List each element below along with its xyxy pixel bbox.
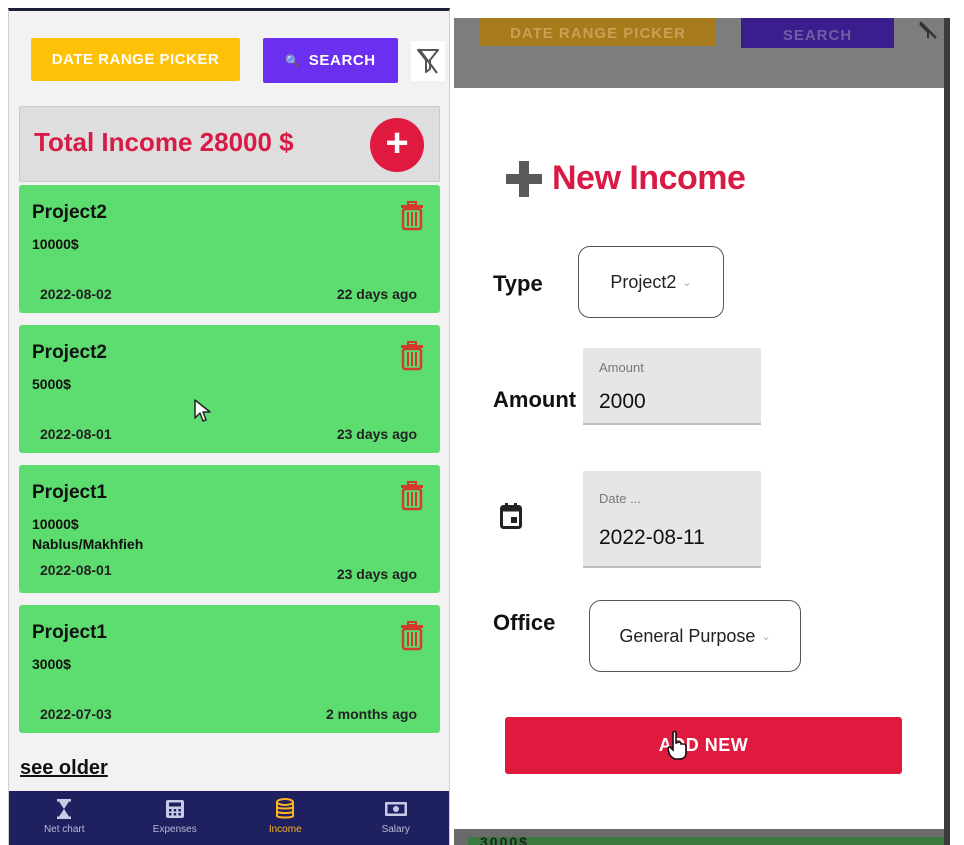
income-card[interactable]: Project1 10000$ Nablus/Makhfieh 2022-08-…: [19, 465, 440, 593]
card-project-name: Project1: [32, 622, 107, 643]
trash-icon[interactable]: [399, 201, 425, 231]
database-icon: [273, 798, 297, 820]
search-icon: 🔍: [285, 53, 301, 68]
plus-icon: [506, 160, 542, 197]
card-amount: 3000$: [32, 656, 71, 672]
office-select[interactable]: General Purpose ⌄: [589, 600, 801, 672]
mouse-cursor-icon: [194, 399, 211, 422]
card-relative-time: 22 days ago: [336, 286, 417, 302]
dimmed-background-bottom: 3000$: [454, 829, 944, 845]
money-icon: [384, 798, 408, 820]
income-card[interactable]: Project1 3000$ 2022-07-03 2 months ago: [19, 605, 440, 733]
background-card-amount: 3000$: [480, 834, 529, 845]
hourglass-icon: [52, 798, 76, 820]
background-date-range-button: DATE RANGE PICKER: [480, 18, 716, 46]
type-select-value: Project2: [610, 271, 677, 292]
card-date: 2022-08-01: [40, 426, 112, 442]
nav-item-expenses[interactable]: Expenses: [120, 791, 231, 845]
background-card-strip: [468, 837, 944, 845]
nav-item-salary[interactable]: Salary: [341, 791, 450, 845]
nav-item-income[interactable]: Income: [230, 791, 341, 845]
trash-icon[interactable]: [399, 341, 425, 371]
income-card[interactable]: Project2 10000$ 2022-08-02 22 days ago: [19, 185, 440, 313]
date-input[interactable]: Date ... 2022-08-11: [583, 471, 761, 568]
trash-icon[interactable]: [399, 621, 425, 651]
filter-off-icon: [919, 21, 937, 39]
bottom-navigation: Net chart Expenses Income Salary: [9, 791, 450, 845]
calendar-icon: [500, 503, 522, 529]
card-date: 2022-08-02: [40, 286, 112, 302]
date-range-picker-button[interactable]: DATE RANGE PICKER: [31, 38, 240, 81]
card-relative-time: 2 months ago: [325, 706, 417, 722]
card-amount: 10000$: [32, 236, 79, 252]
dialog-title: New Income: [506, 159, 746, 198]
nav-label: Income: [268, 824, 302, 835]
filter-off-icon[interactable]: [411, 41, 445, 81]
card-amount: 10000$: [32, 516, 79, 532]
type-label: Type: [493, 271, 543, 296]
hand-cursor-icon: [667, 731, 687, 760]
dimmed-background: DATE RANGE PICKER SEARCH: [454, 18, 950, 88]
trash-icon[interactable]: [399, 481, 425, 511]
total-income-text: Total Income 28000 $: [34, 127, 294, 157]
card-amount: 5000$: [32, 376, 71, 392]
nav-label: Net chart: [43, 824, 85, 835]
new-income-dialog-screen: DATE RANGE PICKER SEARCH New Income Type…: [454, 18, 950, 845]
type-select[interactable]: Project2 ⌄: [578, 246, 724, 318]
card-project-name: Project1: [32, 482, 107, 503]
office-select-value: General Purpose: [619, 625, 756, 646]
income-list-screen: DATE RANGE PICKER 🔍 SEARCH Total Income …: [8, 8, 450, 845]
nav-label: Salary: [381, 824, 410, 835]
card-date: 2022-07-03: [40, 706, 112, 722]
amount-placeholder: Amount: [599, 360, 644, 375]
see-older-link[interactable]: see older: [20, 757, 108, 780]
toolbar: DATE RANGE PICKER 🔍 SEARCH: [9, 35, 449, 85]
card-relative-time: 23 days ago: [336, 566, 417, 582]
card-date: 2022-08-01: [40, 562, 112, 578]
amount-input[interactable]: Amount 2000: [583, 348, 761, 425]
nav-item-net-chart[interactable]: Net chart: [9, 791, 120, 845]
dialog-title-text: New Income: [552, 159, 746, 197]
add-new-button[interactable]: ADD NEW: [505, 717, 902, 774]
screen-edge: [944, 18, 950, 845]
card-location: Nablus/Makhfieh: [32, 536, 144, 552]
calculator-icon: [163, 798, 187, 820]
office-label: Office: [493, 610, 556, 635]
chevron-down-icon: ⌄: [761, 630, 771, 643]
amount-label: Amount: [493, 387, 577, 412]
nav-label: Expenses: [152, 824, 197, 835]
card-project-name: Project2: [32, 202, 107, 223]
search-button[interactable]: 🔍 SEARCH: [263, 38, 398, 83]
total-income-banner: Total Income 28000 $ +: [19, 106, 440, 182]
chevron-down-icon: ⌄: [682, 276, 692, 289]
date-value: 2022-08-11: [599, 526, 705, 549]
add-income-button[interactable]: +: [370, 118, 424, 172]
card-relative-time: 23 days ago: [336, 426, 417, 442]
amount-value: 2000: [599, 390, 646, 413]
card-project-name: Project2: [32, 342, 107, 363]
background-search-button: SEARCH: [741, 18, 894, 48]
search-button-label: SEARCH: [308, 52, 376, 69]
date-placeholder: Date ...: [599, 491, 641, 506]
income-card[interactable]: Project2 5000$ 2022-08-01 23 days ago: [19, 325, 440, 453]
